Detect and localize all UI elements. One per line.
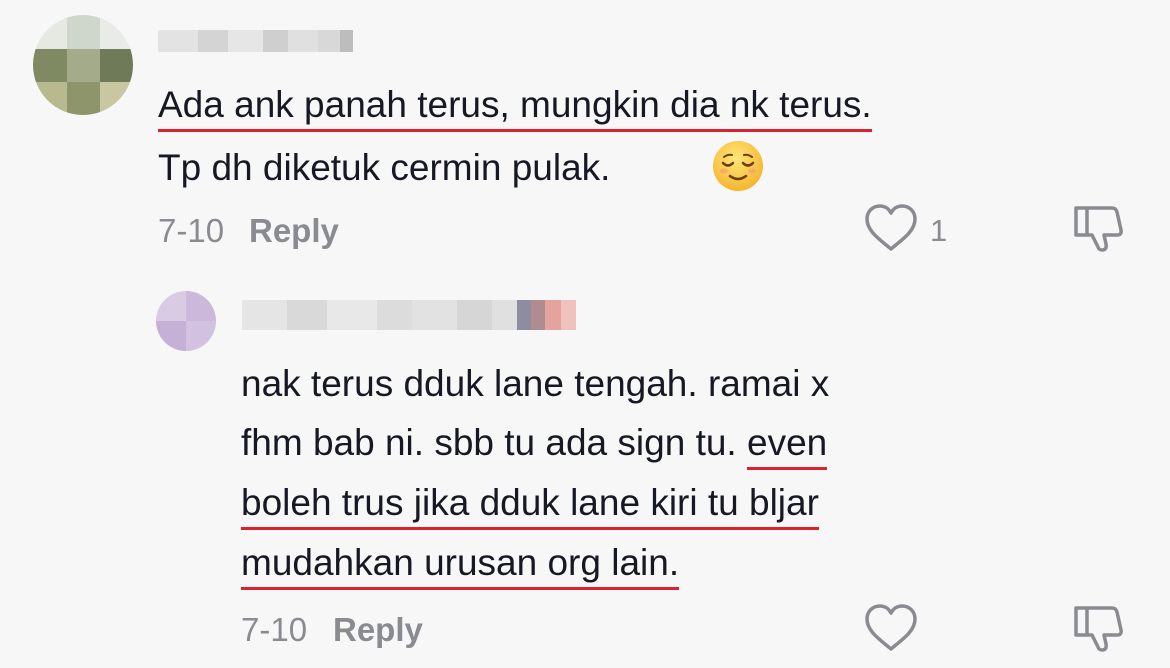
comment-date: 7-10 bbox=[158, 212, 225, 249]
reply-text-line: nak terus dduk lane tengah. ramai x bbox=[241, 363, 830, 404]
commenter-avatar[interactable] bbox=[33, 15, 133, 115]
heart-like-icon[interactable] bbox=[864, 603, 918, 653]
heart-like-icon[interactable] bbox=[864, 203, 918, 253]
highlighted-text: mudahkan urusan org lain. bbox=[241, 542, 680, 590]
replier-username-blurred[interactable] bbox=[242, 300, 576, 330]
highlighted-text: Ada ank panah terus, mungkin dia nk teru… bbox=[158, 84, 872, 132]
reply-text-line: fhm bab ni. sbb tu ada sign tu. even bbox=[241, 422, 828, 470]
comment-text-line: Ada ank panah terus, mungkin dia nk teru… bbox=[158, 84, 872, 132]
reply-text-line: boleh trus jika dduk lane kiri tu bljar bbox=[241, 482, 819, 530]
highlighted-text: boleh trus jika dduk lane kiri tu bljar bbox=[241, 482, 819, 530]
reply-button[interactable]: Reply bbox=[249, 212, 339, 250]
dislike-icon[interactable] bbox=[1072, 204, 1124, 254]
comment-text-line: Tp dh diketuk cermin pulak. bbox=[158, 147, 611, 188]
relieved-face-emoji-icon bbox=[713, 141, 763, 191]
replier-avatar[interactable] bbox=[156, 291, 216, 351]
commenter-username-blurred[interactable] bbox=[158, 30, 353, 52]
reply-date: 7-10 bbox=[241, 611, 308, 648]
highlighted-text: even bbox=[747, 422, 828, 470]
like-count: 1 bbox=[930, 213, 948, 248]
reply-button[interactable]: Reply bbox=[333, 611, 423, 649]
dislike-icon[interactable] bbox=[1072, 604, 1124, 654]
reply-text-line: mudahkan urusan org lain. bbox=[241, 542, 680, 590]
